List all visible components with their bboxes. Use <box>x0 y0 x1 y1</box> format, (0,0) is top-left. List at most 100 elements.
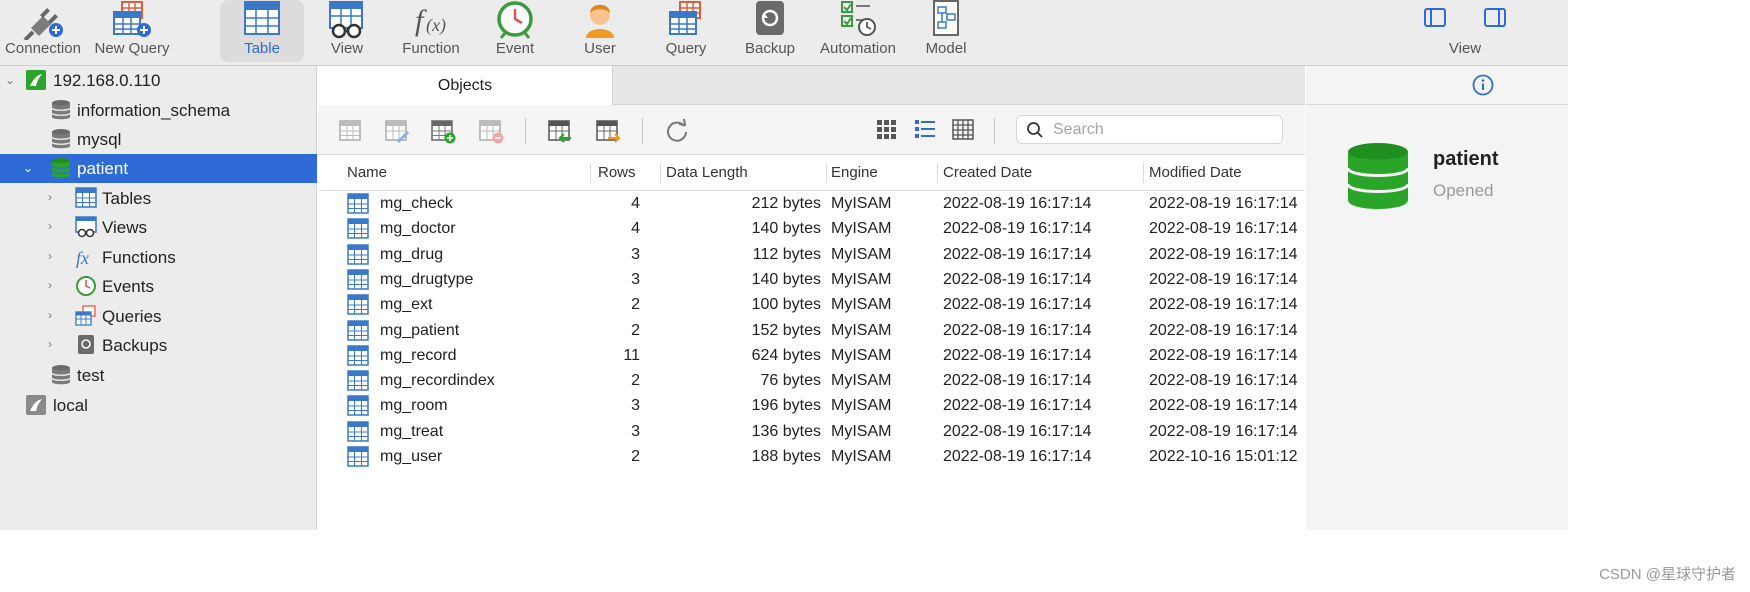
open-table-icon[interactable] <box>338 118 364 144</box>
chevron-right-icon[interactable]: › <box>48 219 52 233</box>
toolbar-function-button[interactable]: f (x) Function <box>390 0 472 62</box>
cell-engine: MyISAM <box>831 245 892 263</box>
objects-toolbar <box>318 105 1305 155</box>
table-row[interactable]: mg_treat 3 136 bytes MyISAM 2022-08-19 16:17… <box>318 420 1305 446</box>
event-clock-icon <box>497 1 533 39</box>
chevron-right-icon[interactable]: › <box>48 278 52 292</box>
column-header-engine[interactable]: Engine <box>831 164 878 181</box>
column-divider[interactable] <box>590 163 591 183</box>
cell-engine: MyISAM <box>831 220 892 238</box>
sidebar-connection-item[interactable]: ⌄ 192.168.0.110 <box>0 66 317 95</box>
cell-rows: 3 <box>631 422 640 440</box>
toolbar-model-button[interactable]: Model <box>906 0 986 62</box>
sidebar-item-views[interactable]: › Views <box>0 213 317 242</box>
toolbar-query-button[interactable]: Query <box>644 0 728 62</box>
toolbar-automation-button[interactable]: Automation <box>812 0 904 62</box>
table-row[interactable]: mg_patient 2 152 bytes MyISAM 2022-08-19 16:… <box>318 319 1305 345</box>
toolbar-query-label: Query <box>665 40 707 57</box>
column-divider[interactable] <box>826 163 827 183</box>
chevron-down-icon[interactable]: ⌄ <box>5 73 15 87</box>
column-divider[interactable] <box>937 163 938 183</box>
table-icon <box>347 370 369 391</box>
toolbar-user-label: User <box>584 40 616 57</box>
table-row[interactable]: mg_record 11 624 bytes MyISAM 2022-08-19 16:… <box>318 345 1305 370</box>
sidebar-db-mysql[interactable]: mysql <box>0 125 317 154</box>
view-glasses-icon <box>329 1 363 39</box>
sidebar-item-functions[interactable]: › fx Functions <box>0 243 317 272</box>
toolbar-event-button[interactable]: Event <box>474 0 556 62</box>
toolbar-backup-button[interactable]: Backup <box>730 0 810 62</box>
left-panel-toggle-icon[interactable] <box>1424 8 1446 27</box>
chevron-right-icon[interactable]: › <box>48 308 52 322</box>
right-panel-toggle-icon[interactable] <box>1484 8 1506 27</box>
chevron-right-icon[interactable]: › <box>48 337 52 351</box>
table-icon <box>347 218 369 240</box>
table-icon <box>347 345 369 366</box>
new-table-icon[interactable] <box>430 118 456 144</box>
detail-view-icon[interactable] <box>952 118 974 142</box>
table-row[interactable]: mg_drugtype 3 140 bytes MyISAM 2022-08-19 16… <box>318 269 1305 294</box>
cell-data-length: 152 bytes <box>751 321 821 339</box>
sidebar-item-events[interactable]: › Events <box>0 272 317 301</box>
tab-objects[interactable]: Objects <box>318 66 613 105</box>
cell-name: mg_check <box>380 195 453 212</box>
toolbar-table-button[interactable]: Table <box>220 0 304 62</box>
info-icon[interactable] <box>1472 74 1494 96</box>
column-header-modified-date[interactable]: Modified Date <box>1149 164 1242 181</box>
sidebar-item-queries[interactable]: › Queries <box>0 302 317 331</box>
column-divider[interactable] <box>660 163 661 183</box>
table-row[interactable]: mg_drug 3 112 bytes MyISAM 2022-08-19 16:17:… <box>318 243 1305 269</box>
sidebar-db-label: test <box>77 365 105 385</box>
column-divider[interactable] <box>1143 163 1144 183</box>
table-row[interactable]: mg_ext 2 100 bytes MyISAM 2022-08-19 16:17:1… <box>318 294 1305 319</box>
table-row[interactable]: mg_recordindex 2 76 bytes MyISAM 2022-08-19 … <box>318 370 1305 395</box>
column-header-created-date[interactable]: Created Date <box>943 164 1032 181</box>
search-box[interactable] <box>1016 115 1283 144</box>
cell-created-date: 2022-08-19 16:17:14 <box>943 397 1092 415</box>
cell-modified-date: 2022-08-19 16:17:14 <box>1149 245 1298 263</box>
import-wizard-icon[interactable] <box>547 118 573 144</box>
tab-bar: Objects <box>318 66 1305 105</box>
event-clock-icon <box>76 276 96 296</box>
column-header-rows[interactable]: Rows <box>598 164 636 181</box>
toolbar-view-button[interactable]: View <box>306 0 388 62</box>
sidebar-item-label: Views <box>102 217 148 237</box>
info-db-status: Opened <box>1433 181 1494 200</box>
list-view-icon[interactable] <box>914 118 936 142</box>
delete-table-icon[interactable] <box>478 118 504 144</box>
sidebar-item-tables[interactable]: › Tables <box>0 184 317 213</box>
info-pane-header <box>1306 66 1568 105</box>
sidebar-item-backups[interactable]: › Backups <box>0 331 317 360</box>
search-input[interactable] <box>1053 120 1273 139</box>
chevron-right-icon[interactable]: › <box>48 249 52 263</box>
refresh-icon[interactable] <box>665 118 689 144</box>
toolbar-user-button[interactable]: User <box>558 0 642 62</box>
cell-created-date: 2022-08-19 16:17:14 <box>943 372 1092 390</box>
sidebar-db-information-schema[interactable]: information_schema <box>0 96 317 125</box>
toolbar-new-query-button[interactable]: New Query <box>88 0 176 62</box>
user-icon <box>586 4 614 38</box>
chevron-down-icon[interactable]: ⌄ <box>23 161 33 175</box>
cell-engine: MyISAM <box>831 397 892 415</box>
table-row[interactable]: mg_check 4 212 bytes MyISAM 2022-08-19 16:17… <box>318 193 1305 218</box>
chevron-right-icon[interactable]: › <box>48 190 52 204</box>
table-row[interactable]: mg_user 2 188 bytes MyISAM 2022-08-19 16:17:… <box>318 446 1305 471</box>
table-row[interactable]: mg_doctor 4 140 bytes MyISAM 2022-08-19 16:1… <box>318 218 1305 243</box>
column-header-name[interactable]: Name <box>347 164 387 181</box>
table-row[interactable]: mg_room 3 196 bytes MyISAM 2022-08-19 16:17:… <box>318 395 1305 420</box>
column-header-data-length[interactable]: Data Length <box>666 164 748 181</box>
sidebar-db-label: mysql <box>77 129 122 149</box>
cell-name: mg_room <box>380 397 448 415</box>
export-wizard-icon[interactable] <box>595 118 621 144</box>
cell-modified-date: 2022-08-19 16:17:14 <box>1149 422 1298 440</box>
grid-view-icon[interactable] <box>876 118 898 142</box>
cell-modified-date: 2022-08-19 16:17:14 <box>1149 270 1298 288</box>
sidebar-db-patient[interactable]: ⌄ patient <box>0 154 317 183</box>
toolbar-connection-button[interactable]: Connection <box>0 0 86 62</box>
toolbar-separator <box>994 118 995 144</box>
design-table-icon[interactable] <box>384 118 410 144</box>
sidebar-db-test[interactable]: test <box>0 361 317 390</box>
sidebar-connection-local[interactable]: local <box>0 391 317 420</box>
cell-name: mg_doctor <box>380 220 456 238</box>
connection-sidebar: ⌄ 192.168.0.110 information_schema mysql… <box>0 66 317 530</box>
